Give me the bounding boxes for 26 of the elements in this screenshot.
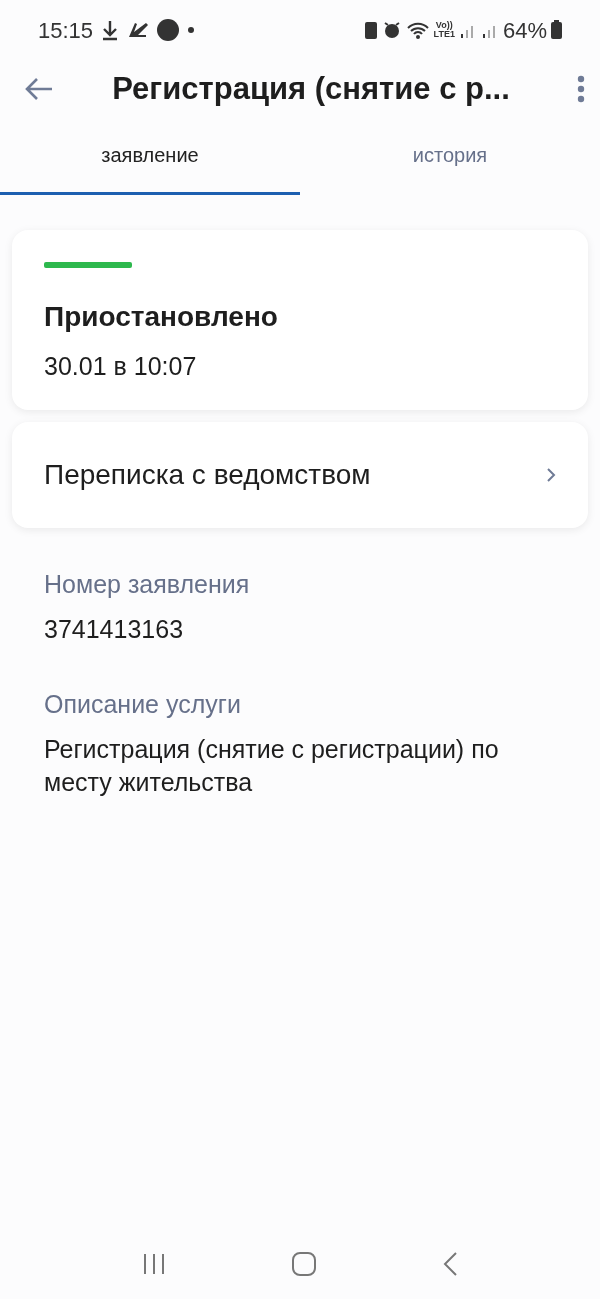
page-title: Регистрация (снятие с р... — [111, 69, 511, 108]
field-value: Регистрация (снятие с регистрации) по месту жительства — [44, 734, 500, 798]
clock: 15:15 — [38, 16, 94, 45]
field-label: Описание услуги — [44, 688, 242, 720]
more-button[interactable] — [576, 75, 586, 103]
back-nav-button[interactable] — [441, 1251, 458, 1277]
network-label: LTE1 — [433, 30, 455, 39]
correspondence-link[interactable]: Переписка с ведомством — [12, 421, 588, 528]
wifi-icon — [405, 20, 430, 40]
dot-icon — [157, 19, 180, 41]
tab[interactable]: история — [300, 134, 600, 195]
battery-saver-icon — [363, 20, 378, 40]
field-label: Номер заявления — [44, 568, 251, 600]
field-value: 3741413163 — [44, 614, 185, 645]
dot-icon — [187, 26, 196, 34]
recent-apps-button[interactable] — [142, 1252, 167, 1276]
status-date: 30.01 в 10:07 — [44, 351, 198, 382]
network-label: Vo)) — [435, 21, 453, 30]
home-button[interactable] — [291, 1251, 317, 1277]
battery-icon — [551, 20, 562, 40]
status-title: Приостановлено — [44, 300, 279, 334]
chevron-right-icon — [546, 466, 556, 483]
back-button[interactable] — [24, 76, 54, 102]
tab[interactable]: заявление — [0, 134, 300, 195]
download-icon — [101, 19, 120, 41]
battery-level: 64% — [502, 16, 547, 45]
